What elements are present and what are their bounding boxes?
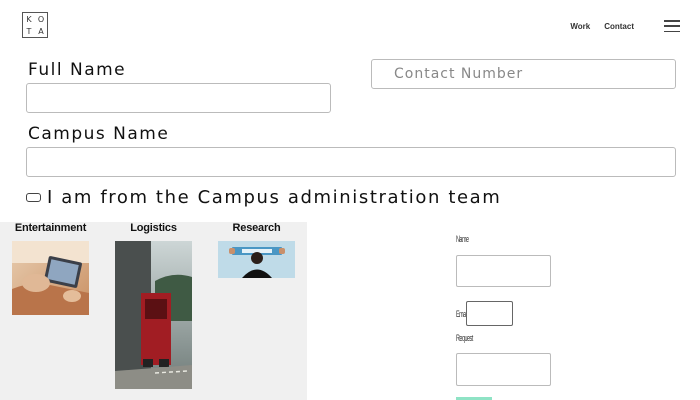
category-research[interactable]: Research <box>218 222 295 234</box>
mini-request-field[interactable] <box>456 353 551 386</box>
mini-request-label: Request <box>456 333 473 343</box>
mini-name-label: Name <box>456 234 469 244</box>
campus-name-field[interactable] <box>26 147 676 177</box>
admin-checkbox[interactable] <box>26 193 41 202</box>
contact-number-field[interactable] <box>371 59 676 89</box>
campus-name-label: Campus Name <box>28 124 170 144</box>
logistics-thumbnail[interactable] <box>115 241 192 389</box>
mini-name-field[interactable] <box>456 255 551 287</box>
logo-letter: K <box>26 14 32 24</box>
nav-contact-link[interactable]: Contact <box>604 22 634 31</box>
logo-letter: O <box>37 14 45 24</box>
category-entertainment[interactable]: Entertainment <box>12 222 89 234</box>
full-name-label: Full Name <box>28 60 127 80</box>
admin-checkbox-label[interactable]: I am from the Campus administration team <box>47 187 501 208</box>
category-title: Logistics <box>130 222 177 234</box>
full-name-field[interactable] <box>26 83 331 113</box>
category-title: Entertainment <box>14 222 87 234</box>
categories-panel: Entertainment Logistics Research <box>0 222 307 400</box>
top-nav: Work Contact <box>570 20 680 32</box>
kota-logo[interactable]: K O T A <box>22 12 48 38</box>
admin-checkbox-row: I am from the Campus administration team <box>26 187 501 208</box>
mini-email-field[interactable] <box>466 301 513 326</box>
entertainment-thumbnail[interactable] <box>12 241 89 315</box>
nav-work-link[interactable]: Work <box>570 22 590 31</box>
category-title: Research <box>232 222 281 234</box>
logo-letter: A <box>38 26 44 36</box>
hamburger-menu-icon[interactable] <box>664 20 680 32</box>
category-logistics[interactable]: Logistics <box>115 222 192 234</box>
page: K O T A Work Contact Full Name Campus Na… <box>0 0 700 400</box>
research-thumbnail[interactable] <box>218 241 295 278</box>
logo-letter: T <box>26 26 32 36</box>
